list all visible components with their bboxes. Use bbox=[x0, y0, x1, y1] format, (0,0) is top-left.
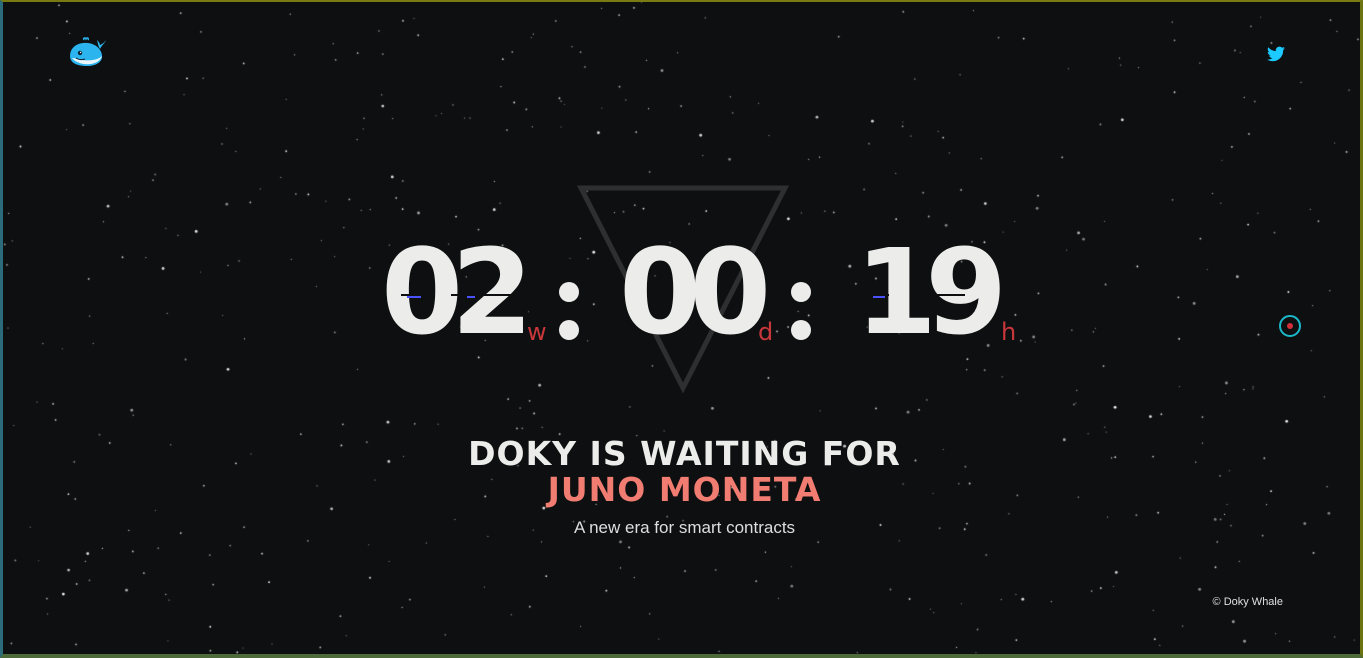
headline: DOKY IS WAITING FOR bbox=[468, 434, 901, 473]
days-unit: d bbox=[758, 318, 774, 346]
tagline: A new era for smart contracts bbox=[573, 518, 796, 537]
colon-separator bbox=[791, 232, 813, 352]
glitch-line bbox=[873, 296, 885, 298]
whale-logo-icon[interactable] bbox=[67, 36, 107, 68]
copyright-text: © Doky Whale bbox=[1212, 596, 1283, 608]
glitch-line bbox=[467, 296, 475, 298]
colon-separator bbox=[559, 232, 581, 352]
hours-value: 19 bbox=[855, 223, 1007, 361]
weeks-value: 02 bbox=[381, 223, 533, 361]
glitch-line bbox=[451, 294, 521, 296]
glitch-line bbox=[921, 294, 965, 296]
countdown-timer: 02 w 00 d 19 h bbox=[3, 223, 1360, 361]
project-name: JUNO MONETA bbox=[547, 470, 822, 509]
nav-dot-icon[interactable] bbox=[1279, 315, 1301, 337]
glitch-line bbox=[407, 296, 421, 298]
weeks-unit: w bbox=[527, 318, 547, 346]
page: 02 w 00 d 19 h DOKY IS WAITING FOR JUNO … bbox=[0, 0, 1363, 658]
days-value: 00 bbox=[619, 223, 771, 361]
twitter-icon[interactable] bbox=[1267, 46, 1285, 62]
hours-unit: h bbox=[1001, 318, 1017, 346]
